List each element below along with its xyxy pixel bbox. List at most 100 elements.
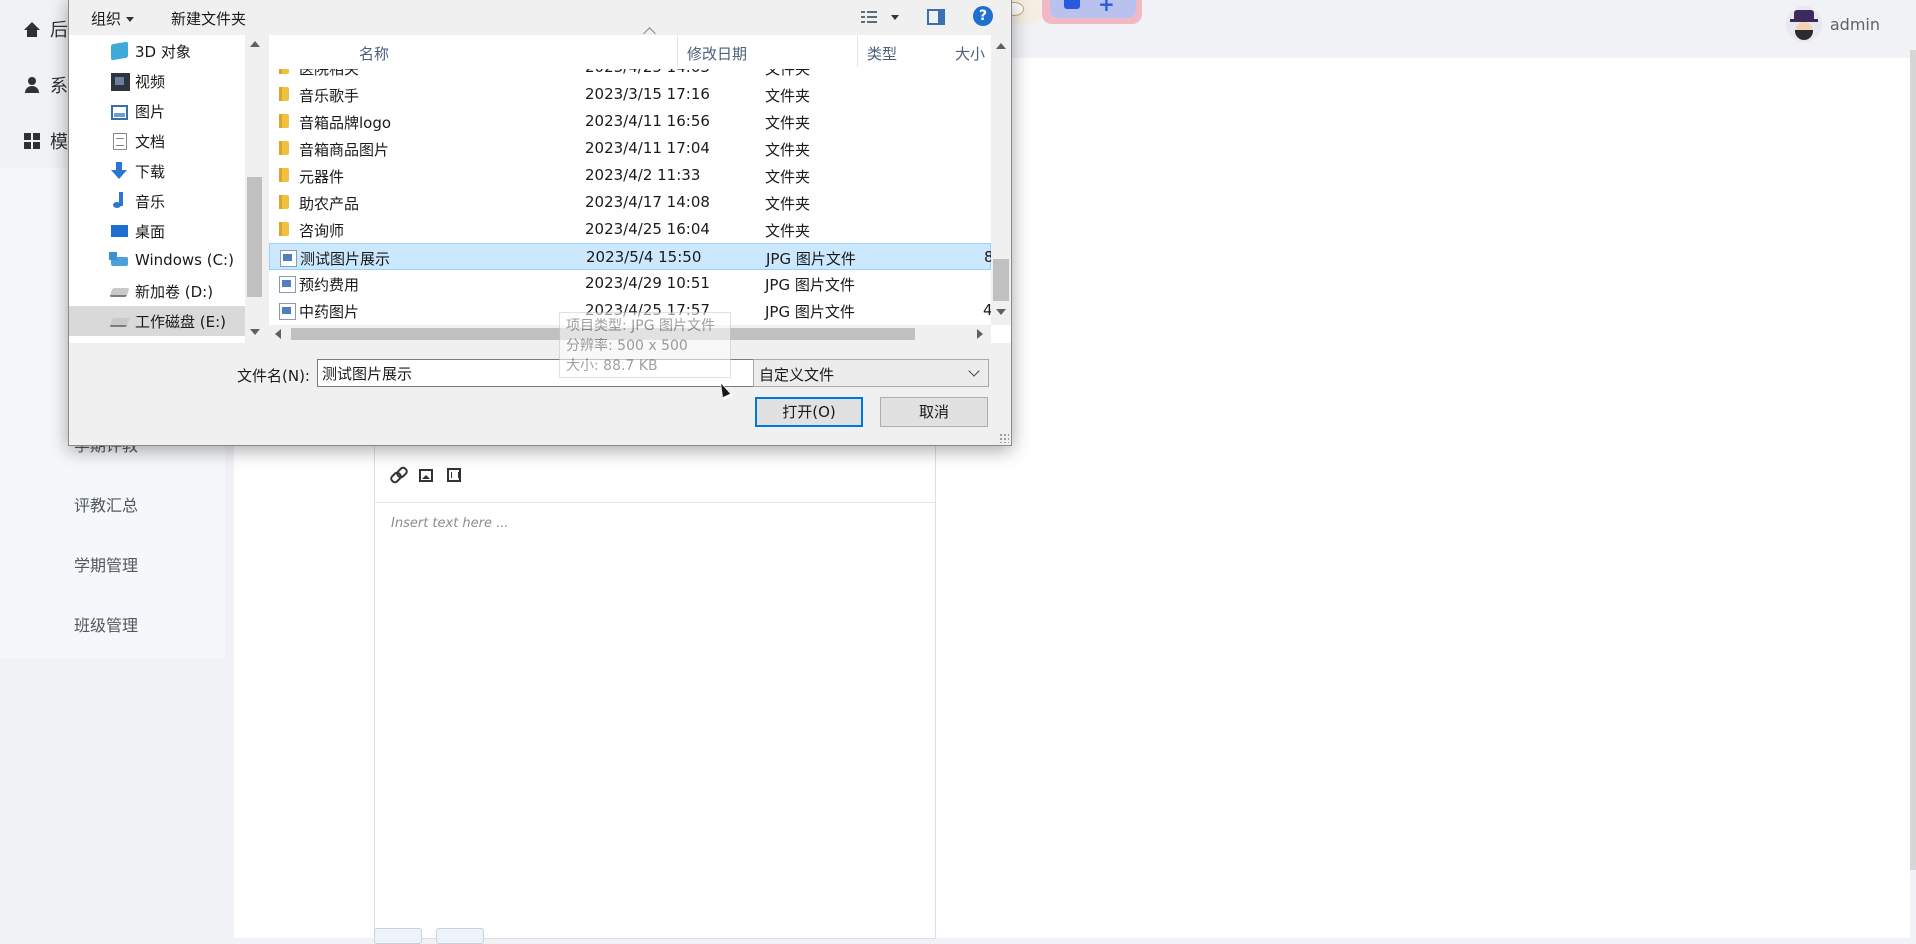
new-folder-button[interactable]: 新建文件夹 bbox=[171, 8, 246, 29]
preview-pane-icon[interactable] bbox=[927, 9, 945, 25]
help-icon[interactable]: ? bbox=[973, 6, 993, 26]
file-date: 2023/5/4 15:50 bbox=[586, 248, 702, 266]
nav-scrollbar[interactable] bbox=[245, 35, 264, 343]
image-file-icon bbox=[279, 276, 296, 293]
scroll-left-icon[interactable] bbox=[275, 329, 281, 339]
organize-button[interactable]: 组织 bbox=[91, 8, 135, 29]
nav-item[interactable]: 音乐 bbox=[69, 186, 264, 216]
file-name: 音箱品牌logo bbox=[299, 114, 392, 132]
column-header-name[interactable]: 名称 bbox=[269, 27, 678, 67]
file-rows: 医院相关2023/4/25 14:03文件夹音乐歌手2023/3/15 17:1… bbox=[269, 69, 991, 325]
nav-item[interactable]: 新加卷 (D:) bbox=[69, 276, 264, 306]
file-row[interactable]: 元器件 2023/4/2 11:33 文件夹 bbox=[269, 162, 991, 189]
rich-text-editor[interactable]: Insert text here ... bbox=[374, 440, 936, 939]
file-name: 测试图片展示 bbox=[300, 250, 391, 268]
view-dropdown-icon[interactable] bbox=[891, 15, 899, 20]
file-type: 文件夹 bbox=[765, 69, 811, 78]
nav-item[interactable]: 文档 bbox=[69, 126, 264, 156]
nav-item[interactable]: 工作磁盘 (E:) bbox=[69, 306, 264, 336]
folder-icon bbox=[279, 222, 289, 236]
video-icon[interactable] bbox=[447, 468, 461, 482]
file-row[interactable]: 音乐歌手 2023/3/15 17:16 文件夹 bbox=[269, 81, 991, 108]
list-v-scroll-thumb[interactable] bbox=[993, 259, 1009, 301]
nav-item[interactable]: 桌面 bbox=[69, 216, 264, 246]
file-row[interactable]: 助农产品 2023/4/17 14:08 文件夹 bbox=[269, 189, 991, 216]
nav-item-label: 下载 bbox=[135, 163, 166, 181]
nav-item-label: 音乐 bbox=[135, 193, 166, 211]
file-type: 文件夹 bbox=[765, 222, 811, 240]
sidebar-item-label: 模 bbox=[50, 132, 68, 153]
user-menu[interactable]: admin bbox=[1785, 6, 1880, 42]
file-type: JPG 图片文件 bbox=[765, 303, 855, 321]
sidebar-item-class-manage[interactable]: 班级管理 bbox=[74, 612, 138, 636]
file-date: 2023/4/2 11:33 bbox=[585, 166, 701, 184]
nav-item[interactable]: 图片 bbox=[69, 96, 264, 126]
view-list-icon[interactable] bbox=[861, 11, 877, 23]
nav-item-label: Windows (C:) bbox=[135, 251, 234, 269]
floating-widget[interactable]: + bbox=[990, 0, 1150, 24]
form-button-1[interactable] bbox=[374, 928, 422, 944]
chevron-down-icon bbox=[968, 365, 980, 377]
drive-c-icon bbox=[109, 252, 128, 266]
file-row[interactable]: 音箱商品图片 2023/4/11 17:04 文件夹 bbox=[269, 135, 991, 162]
resize-grip-icon[interactable] bbox=[999, 433, 1009, 443]
sidebar-item-term-manage[interactable]: 学期管理 bbox=[74, 552, 138, 576]
column-header-date[interactable]: 修改日期 bbox=[677, 35, 858, 67]
file-type: 文件夹 bbox=[765, 195, 811, 213]
editor-placeholder[interactable]: Insert text here ... bbox=[391, 516, 509, 531]
scroll-up-icon[interactable] bbox=[250, 41, 260, 47]
file-name: 医院相关 bbox=[299, 69, 360, 78]
folder-icon bbox=[279, 87, 289, 101]
drive-icon bbox=[109, 318, 130, 327]
column-header-type[interactable]: 类型 bbox=[857, 35, 1008, 67]
stop-icon[interactable] bbox=[1064, 0, 1080, 9]
scroll-right-icon[interactable] bbox=[977, 329, 983, 339]
sidebar-item-label: 后 bbox=[50, 20, 68, 41]
file-type: 文件夹 bbox=[765, 114, 811, 132]
editor-toolbar bbox=[375, 440, 935, 503]
file-row[interactable]: 音箱品牌logo 2023/4/11 16:56 文件夹 bbox=[269, 108, 991, 135]
nav-item-label: 工作磁盘 (E:) bbox=[135, 313, 227, 331]
sidebar-item-system[interactable]: 系 bbox=[24, 72, 68, 98]
video-folder-icon bbox=[111, 73, 130, 91]
link-icon[interactable] bbox=[391, 467, 405, 481]
nav-item[interactable]: 3D 对象 bbox=[69, 36, 264, 66]
file-row[interactable]: 咨询师 2023/4/25 16:04 文件夹 bbox=[269, 216, 991, 243]
file-size: 8 bbox=[984, 248, 991, 266]
file-name: 咨询师 bbox=[299, 222, 345, 240]
file-type: 文件夹 bbox=[765, 87, 811, 105]
desktop-icon bbox=[111, 225, 128, 237]
documents-folder-icon bbox=[113, 133, 127, 150]
nav-item[interactable]: 视频 bbox=[69, 66, 264, 96]
file-open-dialog: 组织 新建文件夹 ? 3D 对象 视频 图片文档下载音乐桌面 Windows (C:)… bbox=[68, 0, 1012, 446]
file-row[interactable]: 预约费用 2023/4/29 10:51 JPG 图片文件 bbox=[269, 270, 991, 297]
list-vertical-scrollbar[interactable] bbox=[991, 35, 1011, 325]
form-button-2[interactable] bbox=[436, 928, 484, 944]
grid-icon bbox=[24, 133, 40, 149]
file-info-tooltip: 项目类型: JPG 图片文件 分辨率: 500 x 500 大小: 88.7 K… bbox=[559, 312, 731, 378]
cancel-button[interactable]: 取消 bbox=[880, 397, 988, 427]
plus-icon[interactable]: + bbox=[1098, 0, 1115, 16]
sidebar-item-home[interactable]: 后 bbox=[24, 16, 68, 42]
nav-item-label: 文档 bbox=[135, 133, 166, 151]
scroll-down-icon[interactable] bbox=[996, 309, 1006, 315]
open-button[interactable]: 打开(O) bbox=[755, 397, 863, 427]
sidebar-item-modules[interactable]: 模 bbox=[24, 128, 68, 154]
file-type: JPG 图片文件 bbox=[765, 276, 855, 294]
file-row[interactable]: 测试图片展示 2023/5/4 15:50 JPG 图片文件 8 bbox=[269, 243, 991, 270]
folder-icon bbox=[279, 195, 289, 209]
nav-item[interactable]: Windows (C:) bbox=[69, 246, 264, 276]
scroll-down-icon[interactable] bbox=[250, 329, 260, 335]
file-name: 元器件 bbox=[299, 168, 345, 186]
image-icon[interactable] bbox=[419, 469, 433, 482]
sidebar-item-eval-summary[interactable]: 评教汇总 bbox=[74, 492, 138, 516]
user-name[interactable]: admin bbox=[1830, 15, 1880, 34]
nav-scroll-thumb[interactable] bbox=[247, 177, 262, 297]
avatar[interactable] bbox=[1785, 6, 1822, 42]
nav-item[interactable]: 下载 bbox=[69, 156, 264, 186]
page-scrollbar[interactable] bbox=[1910, 50, 1916, 870]
filetype-select[interactable]: 自定义文件 bbox=[753, 359, 989, 387]
file-row[interactable]: 医院相关 2023/4/25 14:03 文件夹 bbox=[269, 69, 991, 81]
dialog-toolbar: 组织 新建文件夹 ? bbox=[69, 0, 1011, 35]
scroll-up-icon[interactable] bbox=[996, 43, 1006, 49]
